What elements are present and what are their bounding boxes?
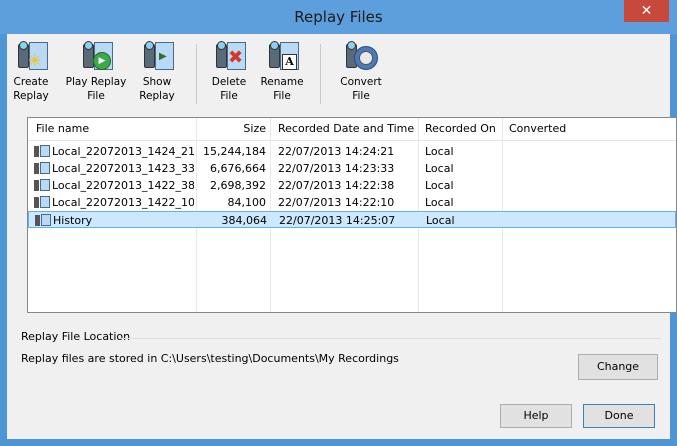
create-replay-label-2: Replay — [13, 90, 49, 102]
recorded-date: 22/07/2013 14:22:10 — [278, 196, 395, 209]
replay-file-icon — [34, 196, 50, 210]
recorded-on: Local — [426, 214, 455, 227]
replay-file-icon — [34, 179, 50, 193]
play-replay-label-2: File — [87, 90, 105, 102]
replay-location-text: Replay files are stored in C:\Users\test… — [21, 352, 399, 365]
replay-file-icon — [34, 162, 50, 176]
file-name: History — [53, 214, 93, 227]
show-replay-label-2: Replay — [139, 90, 175, 102]
show-replay-label-1: Show — [142, 76, 172, 88]
create-replay-label-1: Create — [13, 76, 49, 88]
toolbar: ✳ Create Replay ▶ Play Replay File ▶ Sho… — [7, 34, 670, 110]
convert-file-icon — [344, 38, 378, 72]
recorded-on: Local — [425, 145, 454, 158]
toolbar-separator — [196, 44, 197, 104]
convert-file-label-1: Convert — [340, 76, 382, 88]
recorded-date: 22/07/2013 14:25:07 — [279, 214, 396, 227]
create-replay-icon: ✳ — [14, 38, 48, 72]
table-row[interactable]: Local_22072013_1423_33 6,676,664 22/07/2… — [28, 160, 676, 177]
close-button[interactable]: ✕ — [624, 0, 669, 22]
delete-file-label-2: File — [220, 90, 238, 102]
convert-file-button[interactable]: Convert File — [337, 38, 385, 108]
window-title: Replay Files — [294, 8, 383, 26]
file-size: 15,244,184 — [203, 145, 266, 158]
recorded-date: 22/07/2013 14:22:38 — [278, 179, 395, 192]
toolbar-separator — [320, 44, 321, 104]
replay-location-group: Replay File Location Replay files are st… — [21, 330, 661, 378]
replay-file-list[interactable]: File name Size Recorded Date and Time Re… — [27, 117, 677, 313]
column-header-size[interactable]: Size — [198, 118, 266, 140]
replay-files-window: Replay Files ✕ ✳ Create Replay ▶ Play Re… — [0, 0, 677, 446]
list-header: File name Size Recorded Date and Time Re… — [28, 118, 676, 141]
group-divider — [121, 338, 661, 339]
rename-file-label-2: File — [273, 90, 291, 102]
replay-location-label: Replay File Location — [21, 330, 131, 343]
replay-file-icon — [34, 145, 50, 159]
recorded-on: Local — [425, 162, 454, 175]
replay-file-icon — [35, 214, 51, 228]
file-size: 6,676,664 — [210, 162, 266, 175]
file-name: Local_22072013_1422_38 — [52, 179, 194, 192]
table-row-selected[interactable]: History 384,064 22/07/2013 14:25:07 Loca… — [28, 211, 676, 228]
table-row[interactable]: Local_22072013_1422_10 84,100 22/07/2013… — [28, 194, 676, 211]
recorded-on: Local — [425, 179, 454, 192]
rename-file-icon: A — [265, 38, 299, 72]
column-header-recorded-date[interactable]: Recorded Date and Time — [278, 118, 414, 140]
rename-file-label-1: Rename — [260, 76, 304, 88]
file-size: 84,100 — [227, 196, 267, 209]
delete-file-label-1: Delete — [211, 76, 247, 88]
file-size: 384,064 — [221, 214, 268, 227]
play-replay-icon: ▶ — [79, 38, 113, 72]
file-name: Local_22072013_1424_21 — [52, 145, 194, 158]
title-bar[interactable]: Replay Files ✕ — [0, 0, 677, 34]
change-button[interactable]: Change — [578, 354, 658, 380]
help-button[interactable]: Help — [500, 404, 572, 428]
column-header-converted[interactable]: Converted — [509, 118, 566, 140]
delete-file-button[interactable]: ✖ Delete File — [210, 38, 248, 108]
rename-file-button[interactable]: A Rename File — [258, 38, 306, 108]
convert-file-label-2: File — [352, 90, 370, 102]
play-replay-label-1: Play Replay — [65, 76, 127, 88]
close-icon: ✕ — [640, 3, 653, 19]
done-button[interactable]: Done — [583, 404, 655, 428]
create-replay-button[interactable]: ✳ Create Replay — [13, 38, 49, 108]
delete-file-icon: ✖ — [212, 38, 246, 72]
column-header-file-name[interactable]: File name — [36, 118, 89, 140]
table-row[interactable]: Local_22072013_1422_38 2,698,392 22/07/2… — [28, 177, 676, 194]
show-replay-button[interactable]: ▶ Show Replay — [137, 38, 177, 108]
recorded-on: Local — [425, 196, 454, 209]
column-header-recorded-on[interactable]: Recorded On — [425, 118, 496, 140]
recorded-date: 22/07/2013 14:24:21 — [278, 145, 395, 158]
file-size: 2,698,392 — [210, 179, 266, 192]
dialog-body: ✳ Create Replay ▶ Play Replay File ▶ Sho… — [7, 34, 677, 439]
table-row[interactable]: Local_22072013_1424_21 15,244,184 22/07/… — [28, 143, 676, 160]
file-name: Local_22072013_1423_33 — [52, 162, 194, 175]
recorded-date: 22/07/2013 14:23:33 — [278, 162, 395, 175]
file-name: Local_22072013_1422_10 — [52, 196, 194, 209]
play-replay-button[interactable]: ▶ Play Replay File — [63, 38, 129, 108]
show-replay-icon: ▶ — [140, 38, 174, 72]
